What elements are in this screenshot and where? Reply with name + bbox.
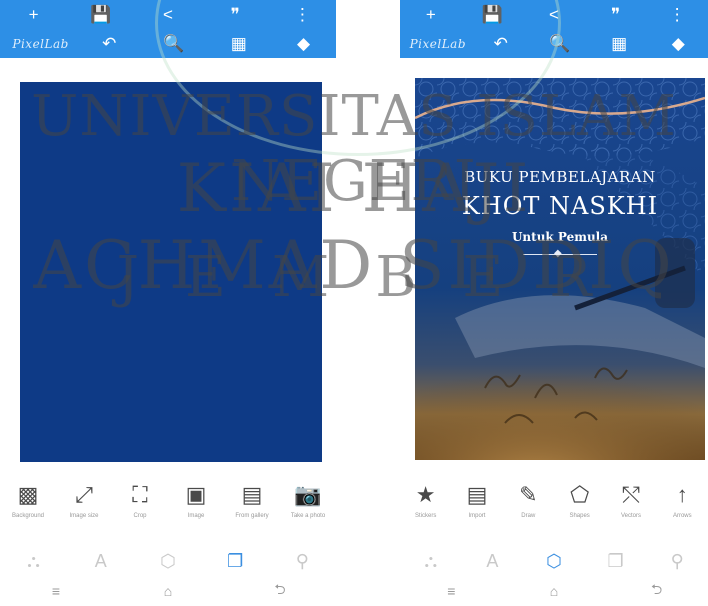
effects-tab-icon[interactable]: ⛬ bbox=[14, 551, 54, 572]
cover-subtitle[interactable]: Untuk Pemula bbox=[415, 230, 705, 244]
quote-icon[interactable]: ❞ bbox=[596, 0, 636, 29]
tool-label: Image bbox=[187, 513, 205, 519]
tool-vectors[interactable]: ⤲ Vectors bbox=[606, 480, 656, 519]
quote-icon[interactable]: ❞ bbox=[215, 0, 255, 29]
toolbar-row-secondary: PixelLab ↶ 🔍 ▦ ◆ bbox=[400, 29, 708, 58]
zoom-icon[interactable]: 🔍 bbox=[154, 29, 194, 58]
home-nav-icon[interactable]: ⌂ bbox=[148, 583, 188, 599]
add-icon[interactable]: + bbox=[411, 0, 451, 29]
layers-icon[interactable]: ◆ bbox=[284, 29, 324, 58]
save-icon[interactable]: 💾 bbox=[472, 0, 512, 29]
app-logo: PixelLab bbox=[12, 36, 69, 51]
shape-tab-icon[interactable]: ⬡ bbox=[148, 551, 188, 572]
tool-label: Arrows bbox=[672, 513, 692, 519]
share-icon[interactable]: < bbox=[148, 0, 188, 29]
tool-take-photo[interactable]: 📷 Take a photo bbox=[283, 480, 333, 519]
tool-shapes[interactable]: ⬠ Shapes bbox=[555, 480, 605, 519]
back-nav-icon[interactable]: ⮌ bbox=[637, 579, 677, 603]
system-nav-bar: ≡ ⌂ ⮌ bbox=[400, 580, 708, 602]
grid-icon[interactable]: ▦ bbox=[219, 29, 259, 58]
cover-title-line1[interactable]: BUKU PEMBELAJARAN bbox=[415, 168, 705, 186]
tool-import[interactable]: ▤ Import bbox=[452, 480, 502, 519]
text-tab-icon[interactable]: A bbox=[472, 551, 512, 572]
undo-icon[interactable]: ↶ bbox=[481, 29, 521, 58]
cover-artwork bbox=[415, 78, 705, 460]
tool-label: Vectors bbox=[620, 513, 641, 519]
tool-background[interactable]: ▩ Background bbox=[3, 480, 53, 519]
arrow-up-icon: ↑ bbox=[676, 482, 688, 507]
tool-image-size[interactable]: ⤢ Image size bbox=[59, 480, 109, 519]
draw-icon: ✎ bbox=[519, 482, 538, 507]
more-menu-icon[interactable]: ⋮ bbox=[657, 0, 697, 29]
menu-nav-icon[interactable]: ≡ bbox=[431, 583, 471, 599]
tool-crop[interactable]: ⛶ Crop bbox=[115, 480, 165, 519]
tool-label: From gallery bbox=[235, 513, 269, 519]
tools-tab-icon[interactable]: ⚲ bbox=[282, 551, 322, 572]
design-canvas[interactable] bbox=[20, 82, 322, 462]
tool-label: Import bbox=[468, 513, 486, 519]
tools-tab-icon[interactable]: ⚲ bbox=[657, 551, 697, 572]
tool-label: Shapes bbox=[569, 513, 590, 519]
tool-arrows[interactable]: ↑ Arrows bbox=[657, 480, 707, 519]
import-icon: ▤ bbox=[466, 482, 488, 507]
back-nav-icon[interactable]: ⮌ bbox=[260, 579, 300, 603]
tool-stickers[interactable]: ★ Stickers bbox=[401, 480, 451, 519]
background-icon: ▩ bbox=[17, 482, 39, 507]
toolbar-row-secondary: PixelLab ↶ 🔍 ▦ ◆ bbox=[0, 29, 336, 58]
image-tab-icon[interactable]: ❐ bbox=[215, 551, 255, 572]
vectors-icon: ⤲ bbox=[622, 482, 640, 507]
text-tab-icon[interactable]: A bbox=[81, 551, 121, 572]
share-icon[interactable]: < bbox=[534, 0, 574, 29]
add-icon[interactable]: + bbox=[14, 0, 54, 29]
tool-label: Draw bbox=[521, 513, 536, 519]
app-logo: PixelLab bbox=[409, 36, 467, 51]
tool-label: Background bbox=[11, 513, 45, 519]
effects-tab-icon[interactable]: ⛬ bbox=[411, 551, 451, 572]
camera-icon: 📷 bbox=[294, 482, 322, 507]
mode-tabs: ⛬ A ⬡ ❐ ⚲ bbox=[0, 548, 336, 574]
zoom-icon[interactable]: 🔍 bbox=[540, 29, 580, 58]
image-tab-icon[interactable]: ❐ bbox=[596, 551, 636, 572]
tool-from-gallery[interactable]: ▤ From gallery bbox=[227, 480, 277, 519]
stickers-icon: ★ bbox=[415, 482, 436, 507]
tool-draw[interactable]: ✎ Draw bbox=[503, 480, 553, 519]
home-nav-icon[interactable]: ⌂ bbox=[534, 583, 574, 599]
undo-icon[interactable]: ↶ bbox=[89, 29, 129, 58]
top-toolbar: + 💾 < ❞ ⋮ PixelLab ↶ 🔍 ▦ ◆ bbox=[400, 0, 708, 58]
save-icon[interactable]: 💾 bbox=[81, 0, 121, 29]
ornament-icon: ◆ bbox=[554, 248, 562, 259]
tool-strip: ▩ Background ⤢ Image size ⛶ Crop ▣ Image… bbox=[0, 480, 336, 538]
system-nav-bar: ≡ ⌂ ⮌ bbox=[0, 580, 336, 602]
tool-label: Image size bbox=[69, 513, 99, 519]
toolbar-row-primary: + 💾 < ❞ ⋮ bbox=[400, 0, 708, 29]
mode-tabs: ⛬ A ⬡ ❐ ⚲ bbox=[400, 548, 708, 574]
top-toolbar: + 💾 < ❞ ⋮ PixelLab ↶ 🔍 ▦ ◆ bbox=[0, 0, 336, 58]
tool-label: Stickers bbox=[414, 513, 437, 519]
design-canvas[interactable]: BUKU PEMBELAJARAN KHOT NASKHI Untuk Pemu… bbox=[415, 78, 705, 460]
grid-icon[interactable]: ▦ bbox=[599, 29, 639, 58]
cover-title-line2[interactable]: KHOT NASKHI bbox=[415, 192, 705, 220]
tool-strip: ★ Stickers ▤ Import ✎ Draw ⬠ Shapes ⤲ Ve… bbox=[400, 480, 708, 538]
right-phone-screen: + 💾 < ❞ ⋮ PixelLab ↶ 🔍 ▦ ◆ BUKU PEMBELAJ… bbox=[400, 0, 708, 606]
left-phone-screen: + 💾 < ❞ ⋮ PixelLab ↶ 🔍 ▦ ◆ ▩ Background … bbox=[0, 0, 336, 606]
image-icon: ▣ bbox=[185, 482, 207, 507]
crop-icon: ⛶ bbox=[132, 482, 148, 507]
tool-image[interactable]: ▣ Image bbox=[171, 480, 221, 519]
tool-label: Take a photo bbox=[290, 513, 326, 519]
toolbar-row-primary: + 💾 < ❞ ⋮ bbox=[0, 0, 336, 29]
from-gallery-icon: ▤ bbox=[241, 482, 263, 507]
shapes-icon: ⬠ bbox=[570, 482, 590, 507]
menu-nav-icon[interactable]: ≡ bbox=[36, 583, 76, 599]
image-size-icon: ⤢ bbox=[75, 482, 93, 507]
layers-icon[interactable]: ◆ bbox=[658, 29, 698, 58]
shape-tab-icon[interactable]: ⬡ bbox=[534, 551, 574, 572]
tool-label: Crop bbox=[133, 513, 147, 519]
more-menu-icon[interactable]: ⋮ bbox=[282, 0, 322, 29]
